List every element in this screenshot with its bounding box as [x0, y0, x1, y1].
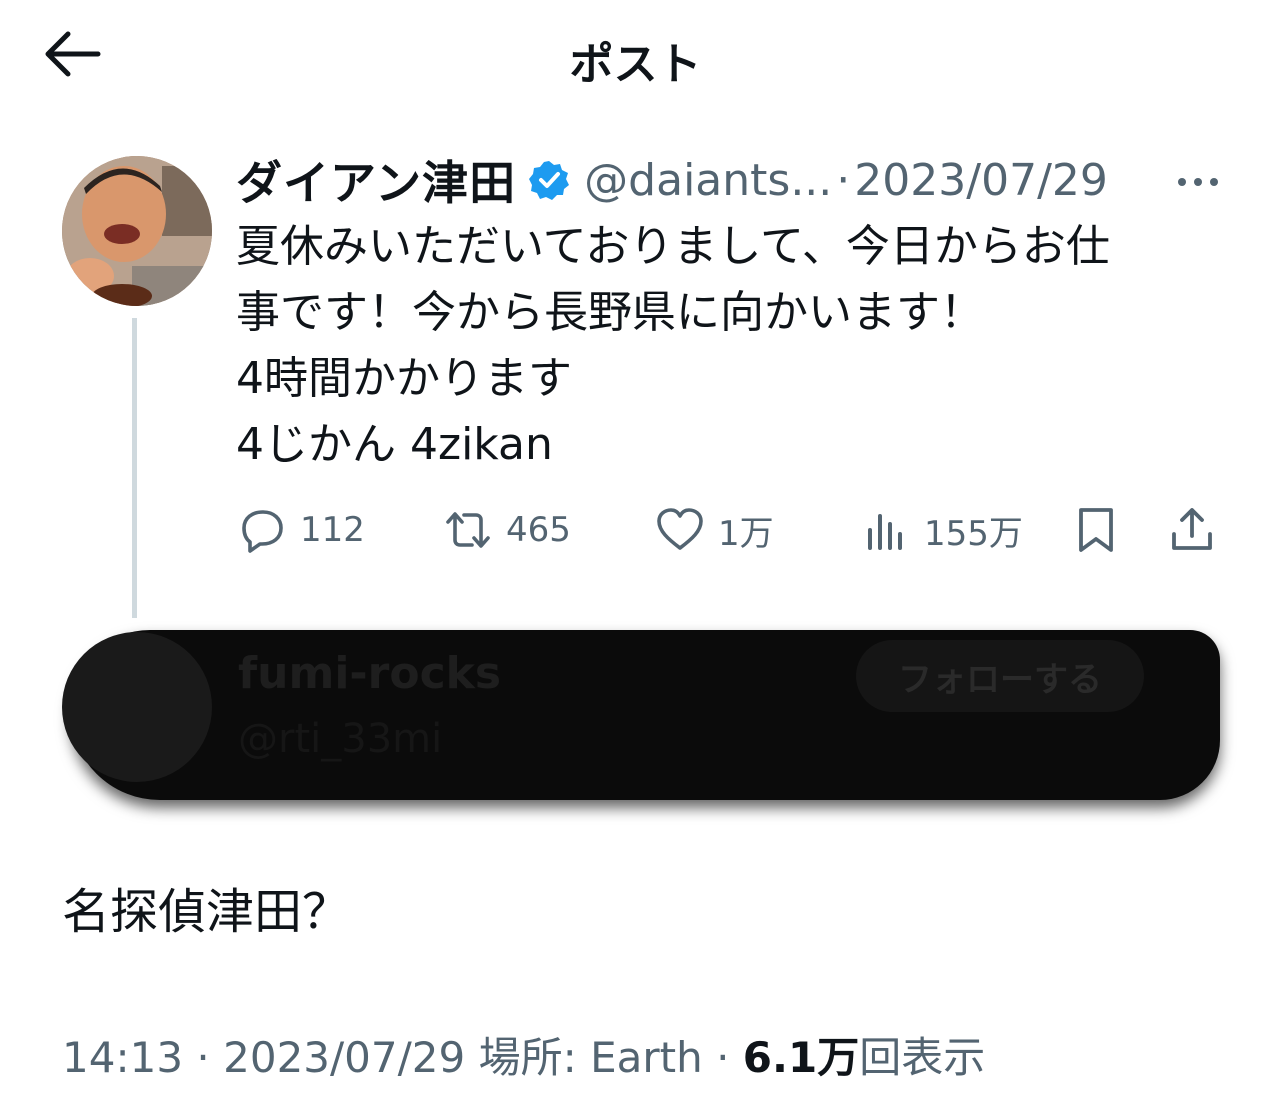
tweet-text-line: 事です！今から長野県に向かいます！	[236, 287, 984, 338]
retweet-count: 465	[506, 510, 571, 550]
tweet-text-line: 夏休みいただいておりまして、今日からお仕	[236, 221, 1110, 272]
separator-dot: ·	[196, 1033, 210, 1082]
tweet-header: ダイアン津田 @daiants... · 2023/07/29	[236, 147, 1108, 213]
views-button[interactable]: 155万	[860, 498, 1023, 562]
reply-icon	[242, 510, 283, 553]
location-value: Earth	[590, 1033, 703, 1082]
view-count: 155万	[924, 513, 1023, 554]
tweet-text-line: 4じかん 4zikan	[236, 419, 553, 470]
tweet-text: 夏休みいただいておりまして、今日からお仕 事です！今から長野県に向かいます！ 4…	[236, 214, 1236, 478]
analytics-bar-icon	[868, 514, 902, 550]
thread-connector-line	[132, 318, 137, 618]
tweet-actions-bar: 112 465 1万 155万	[236, 498, 1226, 562]
post-metadata: 14:13 · 2023/07/29 場所: Earth · 6.1万回表示	[62, 1024, 985, 1085]
author-name[interactable]: ダイアン津田	[236, 147, 516, 213]
page-title: ポスト	[569, 39, 702, 90]
top-bar: ポスト	[0, 0, 1271, 110]
post-date[interactable]: 2023/07/29	[223, 1033, 465, 1082]
views-label: 回表示	[859, 1033, 986, 1082]
retweet-icon	[446, 512, 490, 548]
tweet-date[interactable]: 2023/07/29	[854, 155, 1108, 206]
share-icon	[1172, 508, 1212, 550]
separator-dot: ·	[716, 1033, 730, 1082]
reply-author-name[interactable]: fumi-rocks	[238, 648, 501, 699]
separator-dot: ·	[836, 154, 851, 206]
author-handle[interactable]: @daiants...	[584, 155, 832, 206]
reply-button[interactable]: 112	[236, 498, 365, 562]
like-count: 1万	[718, 513, 774, 554]
reply-author-handle[interactable]: @rti_33mi	[238, 716, 442, 762]
post-view-count: 6.1万	[742, 1033, 860, 1082]
retweet-button[interactable]: 465	[442, 498, 571, 562]
author-avatar[interactable]	[62, 156, 212, 306]
reply-count: 112	[300, 510, 365, 550]
location-label: 場所:	[478, 1033, 577, 1082]
like-button[interactable]: 1万	[654, 498, 774, 562]
bookmark-button[interactable]	[1070, 498, 1122, 562]
bookmark-icon	[1079, 508, 1113, 552]
post-time[interactable]: 14:13	[62, 1033, 183, 1082]
follow-button[interactable]: フォローする	[856, 640, 1144, 712]
heart-icon	[657, 508, 703, 550]
reply-text: 名探偵津田？	[62, 884, 351, 940]
verified-badge-icon	[529, 161, 570, 200]
share-button[interactable]	[1166, 498, 1218, 562]
more-options-icon[interactable]	[1170, 162, 1226, 202]
tweet-text-line: 4時間かかります	[236, 353, 572, 404]
reply-author-avatar[interactable]	[62, 632, 212, 782]
